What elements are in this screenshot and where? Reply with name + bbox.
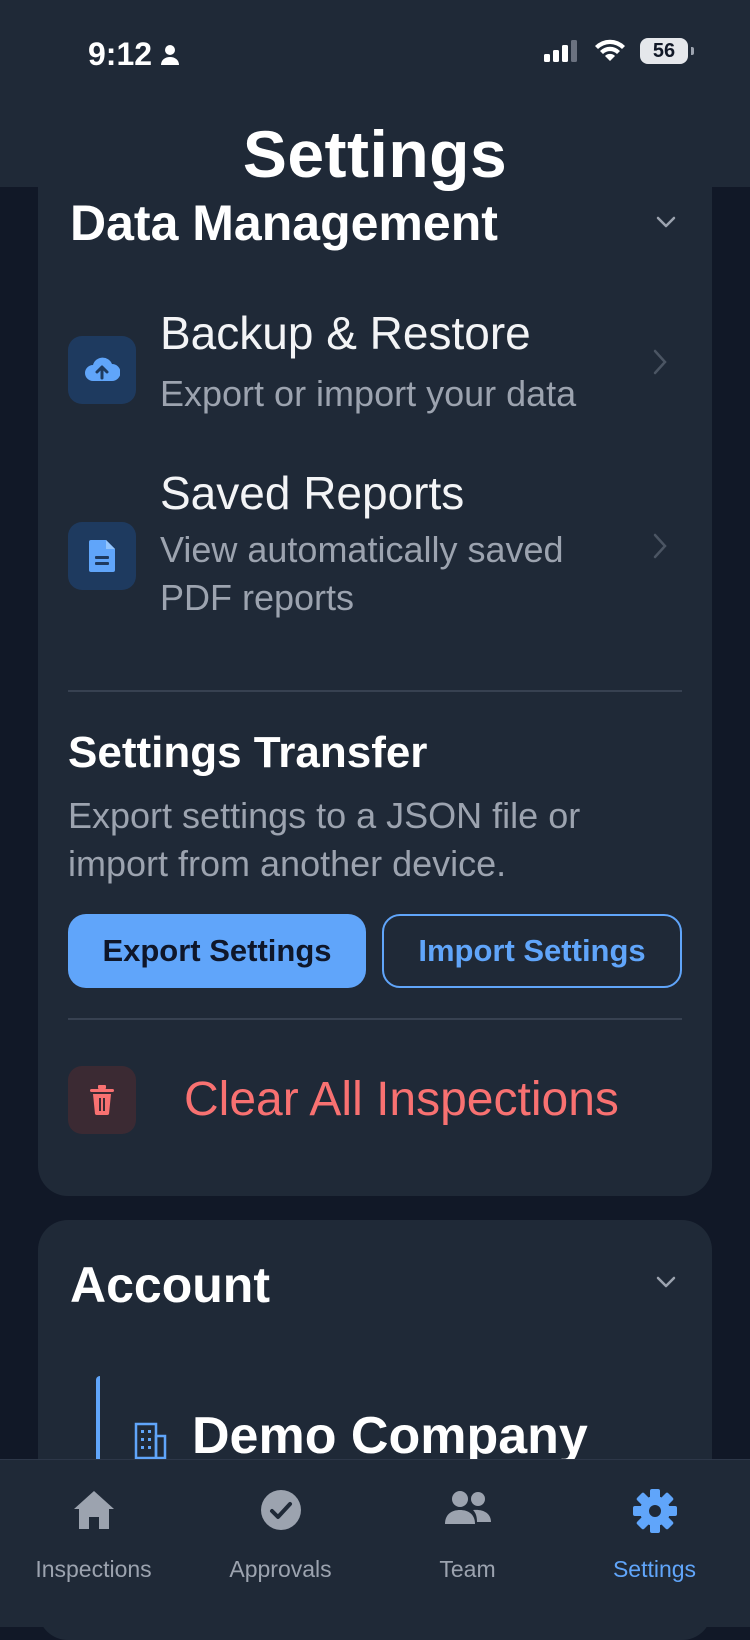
status-bar: 9:12 56 [0,0,750,110]
team-icon [444,1491,491,1524]
tab-team[interactable]: Team [374,1460,561,1590]
tab-label: Settings [612,1556,697,1582]
clear-all-inspections-item[interactable]: Clear All Inspections [38,1050,712,1160]
saved-reports-subtitle: View automatically saved PDF reports [160,529,564,618]
chevron-down-icon[interactable] [654,1270,678,1294]
signal-icon [544,40,577,62]
status-indicators: 56 [544,38,694,64]
tab-bar: Inspections Approvals Team Settings [0,1459,750,1627]
saved-reports-title: Saved Reports [160,467,465,519]
tab-label: Approvals [229,1556,332,1582]
clear-all-inspections-label: Clear All Inspections [184,1073,619,1126]
divider [68,690,682,692]
tab-inspections[interactable]: Inspections [0,1460,187,1590]
account-title: Account [70,1257,270,1313]
trash-icon [68,1066,136,1134]
person-icon [161,44,180,65]
building-icon [134,1422,167,1460]
data-management-card: Data Management Backup & Restore Export … [38,150,712,1196]
tab-label: Inspections [35,1556,152,1582]
chevron-right-icon [653,533,667,559]
settings-transfer-title: Settings Transfer [68,728,428,777]
home-icon [73,1491,114,1529]
company-name: Demo Company [192,1407,588,1465]
backup-restore-title: Backup & Restore [160,307,531,359]
import-settings-button[interactable]: Import Settings [382,914,682,988]
document-icon [68,522,136,590]
chevron-down-icon[interactable] [654,210,678,234]
chevron-right-icon [653,349,667,375]
divider [68,1018,682,1020]
page-title: Settings [242,117,508,191]
export-settings-button[interactable]: Export Settings [68,914,366,988]
header: Settings [0,110,750,191]
battery-indicator: 56 [640,38,694,64]
gear-icon [632,1489,677,1533]
data-management-title: Data Management [70,195,498,251]
cloud-upload-icon [68,336,136,404]
tab-approvals[interactable]: Approvals [187,1460,374,1590]
settings-transfer-description: Export settings to a JSON file or import… [68,795,581,884]
backup-restore-item[interactable]: Backup & Restore Export or import your d… [68,300,682,430]
wifi-icon [595,39,625,61]
tab-settings[interactable]: Settings [561,1460,748,1590]
backup-restore-subtitle: Export or import your data [160,373,577,414]
saved-reports-item[interactable]: Saved Reports View automatically saved P… [68,460,682,630]
tab-label: Team [439,1556,496,1582]
status-time: 9:12 [88,36,180,73]
check-circle-icon [260,1490,301,1530]
status-time-text: 9:12 [88,36,153,72]
